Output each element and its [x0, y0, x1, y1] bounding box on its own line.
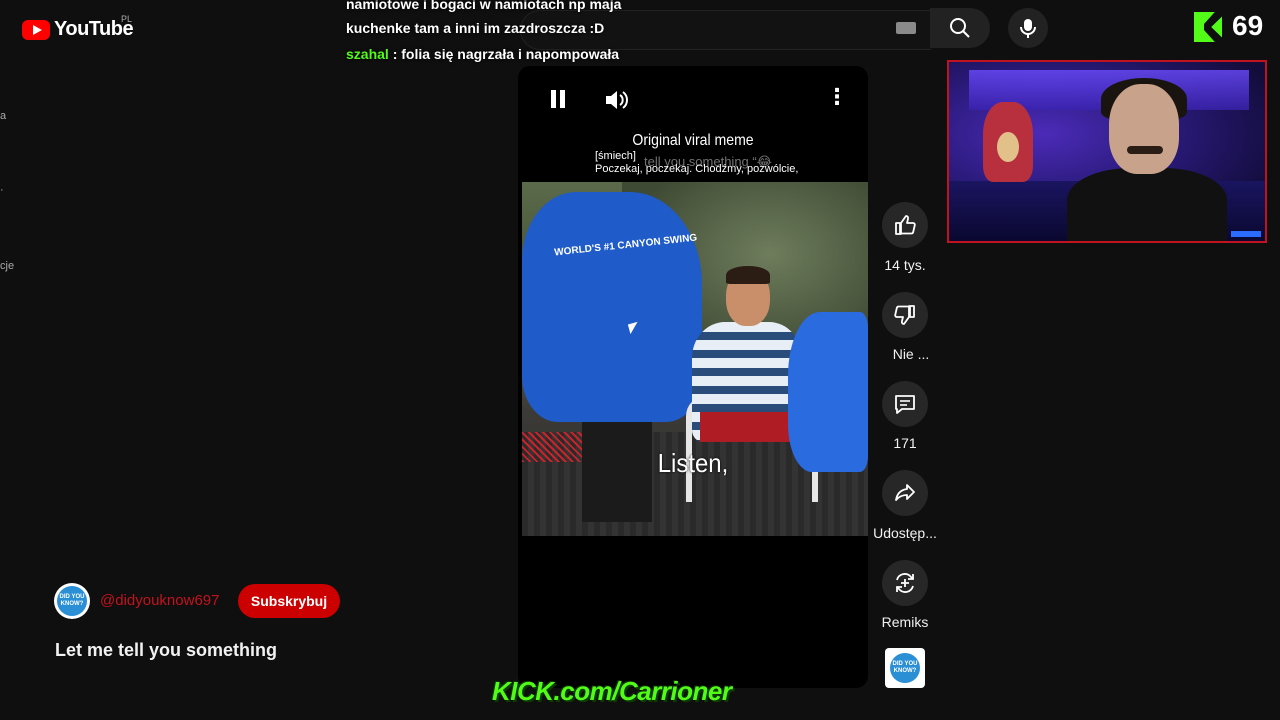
remix-icon: [896, 573, 914, 593]
youtube-logo-icon: [22, 19, 50, 40]
share-button[interactable]: [882, 470, 928, 516]
like-count: 14 tys.: [884, 257, 926, 273]
search-button[interactable]: [930, 8, 990, 48]
webcam-overlay: [947, 60, 1267, 243]
channel-avatar-text: DID YOU KNOW?: [57, 586, 87, 616]
shorts-player[interactable]: ⋮ Original viral meme tell you something…: [518, 66, 868, 688]
comments-count: 171: [893, 435, 917, 451]
staff-jacket: WORLD'S #1 CANYON SWING: [522, 192, 702, 422]
more-vert-icon[interactable]: ⋮: [826, 86, 848, 108]
video-overlay-title: Original viral meme: [632, 132, 754, 149]
figurine: [983, 102, 1033, 182]
dislike-button[interactable]: [882, 292, 928, 338]
share-icon: [895, 484, 915, 501]
region-code: PL: [121, 14, 133, 24]
jacket-logo: WORLD'S #1 CANYON SWING: [553, 232, 698, 259]
chat-username: szahal: [346, 46, 389, 62]
youtube-logo[interactable]: YouTube PL: [22, 14, 134, 41]
subtitle-tag: [śmiech]: [595, 150, 636, 162]
kick-logo-icon: [1194, 12, 1222, 42]
short-title: Let me tell you something: [55, 640, 278, 660]
streamer-face: [1109, 84, 1179, 174]
voice-search-button[interactable]: [1008, 8, 1048, 48]
kick-channel-url: KICK.com/Carrioner: [492, 676, 732, 706]
search-icon: [950, 18, 970, 38]
chat-message: szahal : folia się nagrzała i napompował…: [346, 46, 619, 62]
keyboard-icon[interactable]: [896, 22, 916, 34]
comments-button[interactable]: [882, 381, 928, 427]
video-caption: Listen,: [657, 448, 729, 478]
pause-icon[interactable]: [550, 90, 566, 108]
viewer-count: 69: [1232, 10, 1264, 41]
comment-icon: [895, 395, 915, 414]
channel-thumbnail[interactable]: DID YOU KNOW?: [885, 648, 925, 688]
chat-line: namiotowe i bogaci w namiotach np maja: [346, 0, 622, 12]
subtitle-line: Poczekaj, poczekaj. Chodźmy, pozwólcie,: [595, 163, 799, 175]
chat-line: kuchenke tam a inni im zazdroszcza :D: [346, 20, 605, 36]
chat-text: : folia się nagrzała i napompowała: [392, 46, 620, 62]
dislike-label: Nie ...: [892, 346, 930, 362]
dislike-icon: [894, 305, 915, 325]
sidebar-fragment[interactable]: cje: [0, 260, 14, 272]
mic-icon: [1020, 19, 1036, 38]
channel-handle[interactable]: @didyouknow697: [100, 592, 219, 609]
video-frame: WORLD'S #1 CANYON SWING: [522, 182, 868, 536]
channel-avatar[interactable]: DID YOU KNOW?: [54, 583, 90, 619]
volume-icon[interactable]: [604, 88, 630, 112]
like-icon: [895, 215, 916, 235]
subscribe-button[interactable]: Subskrybuj: [238, 584, 340, 618]
channel-avatar-small: DID YOU KNOW?: [890, 653, 920, 683]
remix-label: Remiks: [881, 614, 929, 630]
like-button[interactable]: [882, 202, 928, 248]
share-label: Udostęp...: [873, 525, 937, 541]
sidebar-fragment[interactable]: ·: [0, 184, 4, 196]
remix-button[interactable]: [882, 560, 928, 606]
sidebar-fragment[interactable]: a: [0, 110, 6, 122]
